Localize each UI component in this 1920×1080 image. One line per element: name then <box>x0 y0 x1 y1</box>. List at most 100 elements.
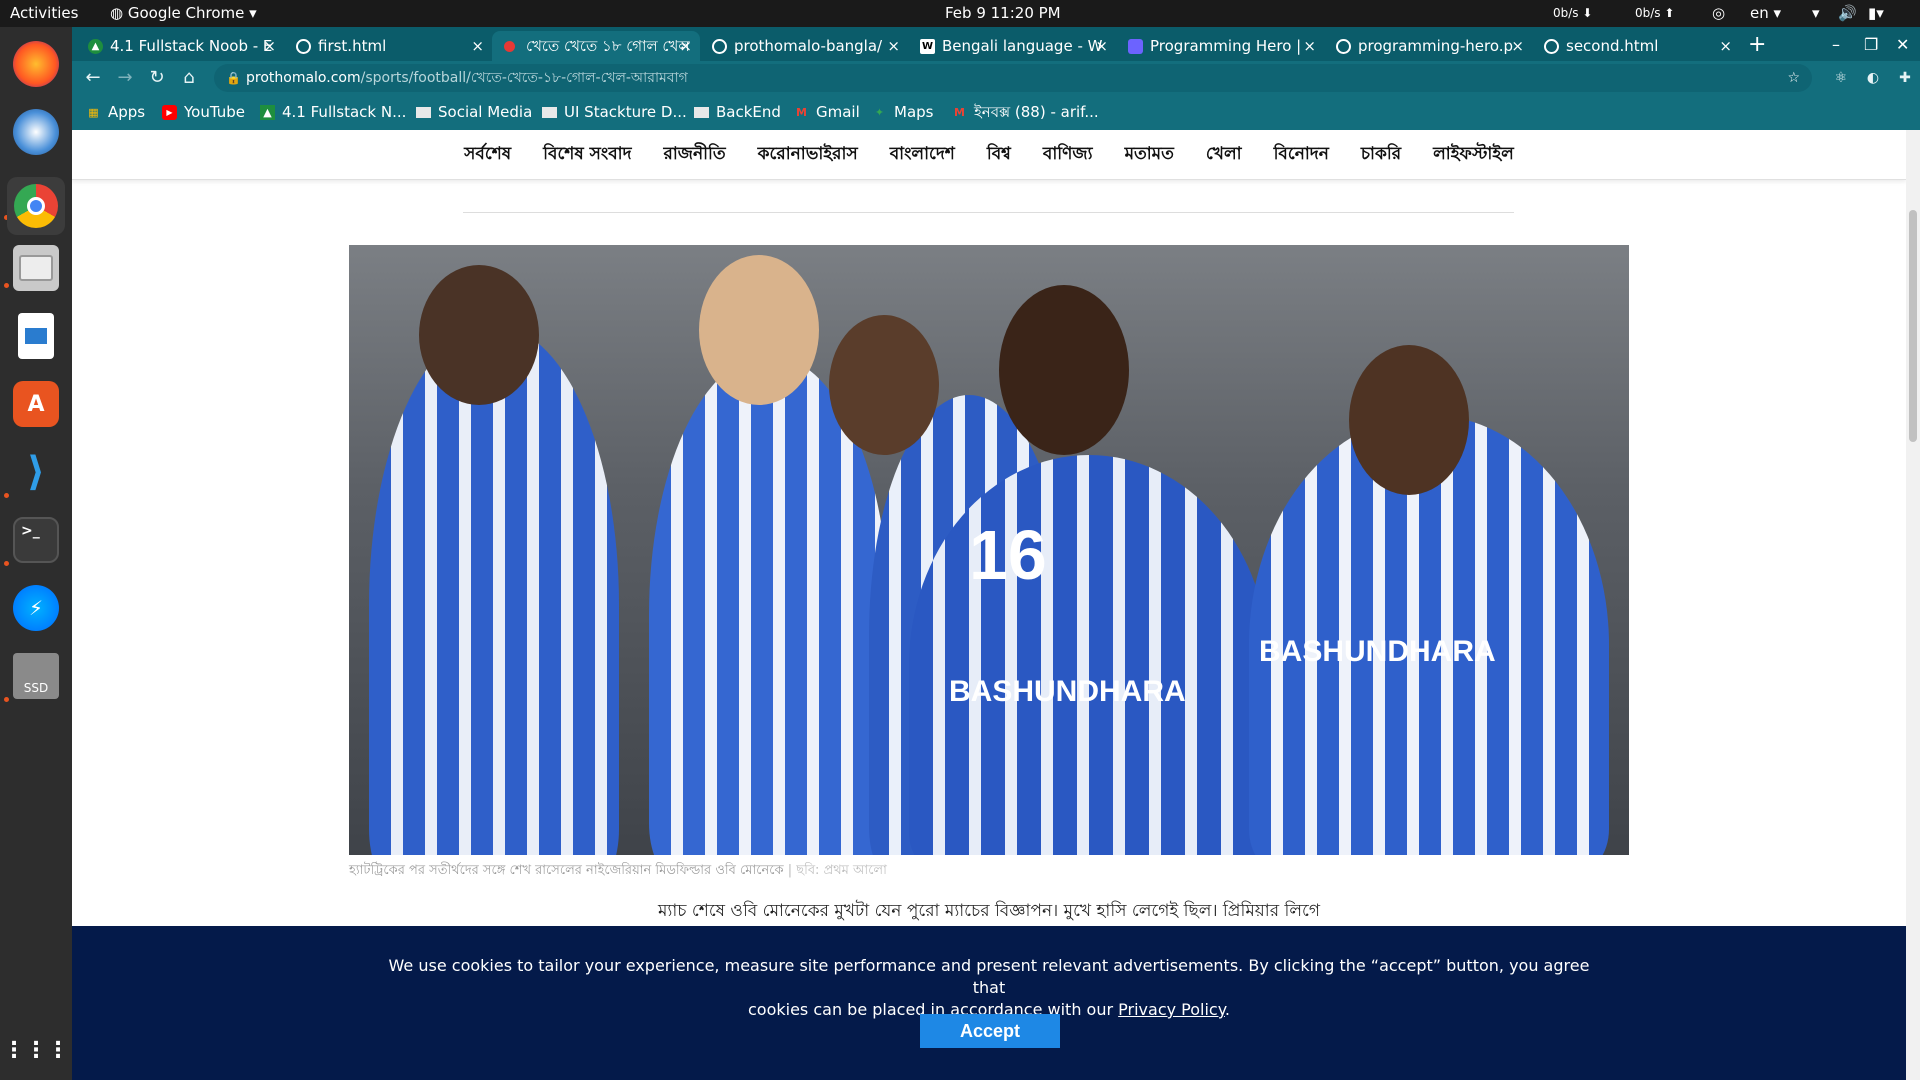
player-head <box>699 255 819 405</box>
jersey-sponsor: BASHUNDHARA <box>1259 635 1496 668</box>
bookmark-folder-social-media[interactable]: Social Media <box>416 95 532 130</box>
chrome-app-icon: ◍ <box>110 4 128 22</box>
bookmark-fullstack[interactable]: ▲ 4.1 Fullstack N... <box>260 95 406 130</box>
scrollbar-thumb[interactable] <box>1909 210 1917 442</box>
accept-cookies-button[interactable]: Accept <box>920 1014 1060 1048</box>
close-window-button[interactable]: ✕ <box>1896 31 1909 59</box>
nav-politics[interactable]: রাজনীতি <box>664 141 726 169</box>
language-selector[interactable]: en ▾ <box>1750 0 1781 27</box>
bookmark-gmail[interactable]: M Gmail <box>794 95 860 130</box>
folder-icon <box>694 107 709 118</box>
nav-world[interactable]: বিশ্ব <box>987 141 1011 169</box>
tab-title: programming-hero.p <box>1358 37 1514 55</box>
classroom-favicon-icon: ▲ <box>88 39 103 54</box>
tab-first-html[interactable]: first.html × <box>284 31 492 61</box>
tab-prothomalo-article[interactable]: খেতে খেতে ১৮ গোল খেল × <box>492 31 700 61</box>
lock-icon[interactable]: 🔒 <box>226 64 241 92</box>
folder-icon <box>416 107 431 118</box>
messenger-tray-icon[interactable]: ◎ <box>1712 0 1725 27</box>
restore-button[interactable]: ❐ <box>1864 31 1878 59</box>
tab-title: second.html <box>1566 37 1659 55</box>
tab-programming-hero-github[interactable]: programming-hero.p × <box>1324 31 1532 61</box>
player-head <box>999 285 1129 455</box>
close-icon[interactable]: × <box>1303 31 1316 61</box>
clock[interactable]: Feb 9 11:20 PM <box>945 0 1061 27</box>
show-apps-grid-icon[interactable]: ⋮⋮⋮ <box>3 1027 69 1073</box>
close-icon[interactable]: × <box>1511 31 1524 61</box>
terminal-icon[interactable]: >_ <box>13 517 59 563</box>
extension-react-icon[interactable]: ⚛ <box>1828 65 1854 91</box>
close-icon[interactable]: × <box>679 31 692 61</box>
close-icon[interactable]: × <box>263 31 276 61</box>
close-icon[interactable]: × <box>1719 31 1732 61</box>
folder-icon <box>542 107 557 118</box>
extensions-puzzle-icon[interactable]: ✚ <box>1892 65 1918 91</box>
nav-jobs[interactable]: চাকরি <box>1361 141 1401 169</box>
bookmark-apps[interactable]: ▦ Apps <box>86 95 145 130</box>
bookmark-inbox[interactable]: M ইনবক্স (88) - arif... <box>952 95 1099 130</box>
page-scrollbar[interactable] <box>1906 130 1920 1080</box>
bookmark-folder-backend[interactable]: BackEnd <box>694 95 781 130</box>
bookmark-star-icon[interactable]: ☆ <box>1787 64 1800 92</box>
classroom-icon: ▲ <box>260 105 275 120</box>
nav-sports[interactable]: খেলা <box>1206 141 1242 169</box>
vscode-icon[interactable]: ⟩ <box>13 449 59 495</box>
extension-dark-icon[interactable]: ◐ <box>1860 65 1886 91</box>
wikipedia-favicon-icon: W <box>920 39 935 54</box>
writer-icon[interactable] <box>18 313 54 359</box>
globe-favicon-icon <box>1336 39 1351 54</box>
jersey-number: 16 <box>969 516 1047 594</box>
nav-coronavirus[interactable]: করোনাভাইরাস <box>758 141 858 169</box>
globe-favicon-icon <box>296 39 311 54</box>
reload-button[interactable]: ↻ <box>144 65 170 91</box>
thunderbird-icon[interactable] <box>13 109 59 155</box>
gmail-icon: M <box>796 106 807 119</box>
gmail-icon: M <box>954 106 965 119</box>
nav-bangladesh[interactable]: বাংলাদেশ <box>890 141 955 169</box>
tab-programming-hero[interactable]: Programming Hero | × <box>1116 31 1324 61</box>
software-icon[interactable]: A <box>13 381 59 427</box>
nav-latest[interactable]: সর্বশেষ <box>464 141 511 169</box>
tab-second-html[interactable]: second.html × <box>1532 31 1740 61</box>
nav-opinion[interactable]: মতামত <box>1125 141 1174 169</box>
app-menu[interactable]: ◍ Google Chrome ▾ <box>110 0 257 27</box>
divider <box>463 212 1514 213</box>
player-head <box>419 265 539 405</box>
back-button[interactable]: ← <box>80 65 106 91</box>
ssd-drive-icon[interactable]: SSD <box>13 653 59 699</box>
tab-bengali-language[interactable]: W Bengali language - W × <box>908 31 1116 61</box>
nav-entertainment[interactable]: বিনোদন <box>1274 141 1329 169</box>
battery-icon[interactable]: ▮▾ <box>1868 0 1884 27</box>
firefox-icon[interactable] <box>13 41 59 87</box>
volume-icon[interactable]: 🔊 <box>1838 0 1857 27</box>
messenger-icon[interactable]: ⚡ <box>13 585 59 631</box>
tab-title: prothomalo-bangla/ <box>734 37 883 55</box>
system-top-bar: Activities ◍ Google Chrome ▾ Feb 9 11:20… <box>0 0 1920 27</box>
home-button[interactable]: ⌂ <box>176 65 202 91</box>
player-figure <box>369 325 619 855</box>
running-indicator <box>4 493 9 498</box>
files-icon[interactable] <box>13 245 59 291</box>
bookmark-maps[interactable]: ✦ Maps <box>872 95 934 130</box>
address-bar[interactable]: 🔒 prothomalo.com/sports/football/খেতে-খে… <box>214 64 1812 92</box>
tab-title: 4.1 Fullstack Noob - E <box>110 37 273 55</box>
close-icon[interactable]: × <box>887 31 900 61</box>
close-icon[interactable]: × <box>471 31 484 61</box>
url-path: /sports/football/খেতে-খেতে-১৮-গোল-খেল-আর… <box>360 70 688 86</box>
activities-button[interactable]: Activities <box>10 0 78 27</box>
nav-business[interactable]: বাণিজ্য <box>1043 141 1093 169</box>
bookmark-folder-ui-stackture[interactable]: UI Stackture D... <box>542 95 687 130</box>
close-icon[interactable]: × <box>1095 31 1108 61</box>
chrome-icon[interactable] <box>7 177 65 235</box>
new-tab-button[interactable]: + <box>1748 31 1766 59</box>
apps-grid-icon: ▦ <box>88 106 99 119</box>
minimize-button[interactable]: – <box>1832 31 1840 59</box>
nav-lifestyle[interactable]: লাইফস্টাইল <box>1433 141 1514 169</box>
privacy-policy-link[interactable]: Privacy Policy <box>1118 1000 1225 1019</box>
tab-prothomalo-bangla[interactable]: prothomalo-bangla/ × <box>700 31 908 61</box>
nav-special-news[interactable]: বিশেষ সংবাদ <box>543 141 631 169</box>
tab-fullstack-noob[interactable]: ▲ 4.1 Fullstack Noob - E × <box>76 31 284 61</box>
wifi-icon[interactable]: ▾ <box>1812 0 1820 27</box>
bookmark-youtube[interactable]: ▶ YouTube <box>162 95 245 130</box>
forward-button[interactable]: → <box>112 65 138 91</box>
